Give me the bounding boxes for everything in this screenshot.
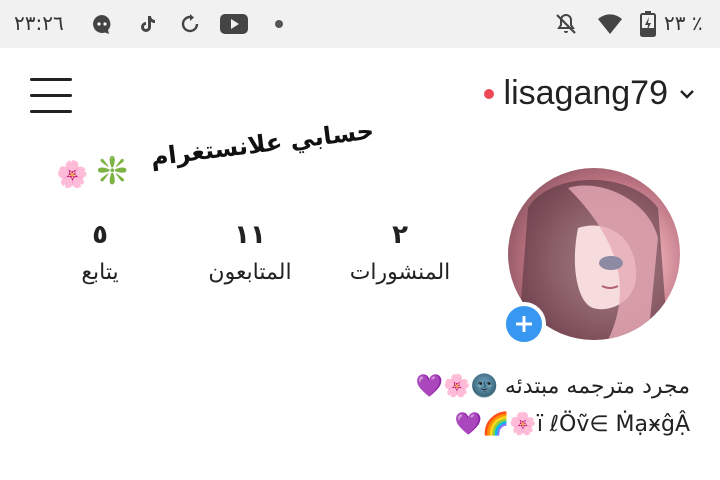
add-story-button[interactable]	[502, 302, 546, 346]
dot-icon	[275, 20, 283, 28]
account-switcher[interactable]: lisagang79	[483, 74, 696, 113]
status-time: ٢٣:٢٦	[14, 11, 64, 35]
menu-line-icon	[30, 78, 72, 81]
posts-label: المنشورات	[349, 260, 451, 285]
profile-headline: حسابي علانستغرام	[149, 116, 376, 172]
chevron-down-icon	[678, 85, 696, 103]
notification-dot	[483, 88, 494, 99]
youtube-icon	[220, 10, 248, 38]
posts-count: ٢	[392, 220, 408, 250]
followers-stat[interactable]: ١١ المتابعون	[190, 220, 310, 285]
menu-line-icon	[30, 110, 72, 113]
profile-bio: مجرد مترجمه مبتدئه 🌚🌸💜 ï ℓÖṽ∈ ṀạӿĝẬ🌸🌈💜	[416, 368, 690, 444]
wifi-icon	[596, 10, 624, 38]
chat-bubble-icon	[88, 10, 116, 38]
battery-charging-icon	[634, 10, 662, 38]
tiktok-icon	[133, 10, 161, 38]
posts-stat[interactable]: ٢ المنشورات	[340, 220, 460, 285]
plus-icon	[516, 316, 532, 332]
followers-count: ١١	[234, 220, 266, 250]
battery-percent: ٢٣ ٪	[664, 11, 703, 35]
bio-line: ï ℓÖṽ∈ ṀạӿĝẬ🌸🌈💜	[454, 412, 690, 437]
following-label: يتابع	[81, 260, 119, 285]
bio-line: مجرد مترجمه مبتدئه 🌚🌸💜	[415, 374, 690, 399]
menu-button[interactable]	[30, 78, 74, 114]
following-stat[interactable]: ٥ يتابع	[60, 220, 140, 285]
sparkle-emoji: ❇️	[96, 156, 129, 186]
following-count: ٥	[92, 220, 108, 250]
followers-label: المتابعون	[208, 260, 292, 285]
username: lisagang79	[503, 74, 668, 112]
sync-icon	[176, 10, 204, 38]
status-bar: ٢٣:٢٦ ٢٣ ٪	[0, 0, 720, 48]
muted-bell-icon	[552, 10, 580, 38]
menu-line-icon	[30, 94, 72, 97]
cherry-blossom-emoji: 🌸	[56, 160, 89, 190]
